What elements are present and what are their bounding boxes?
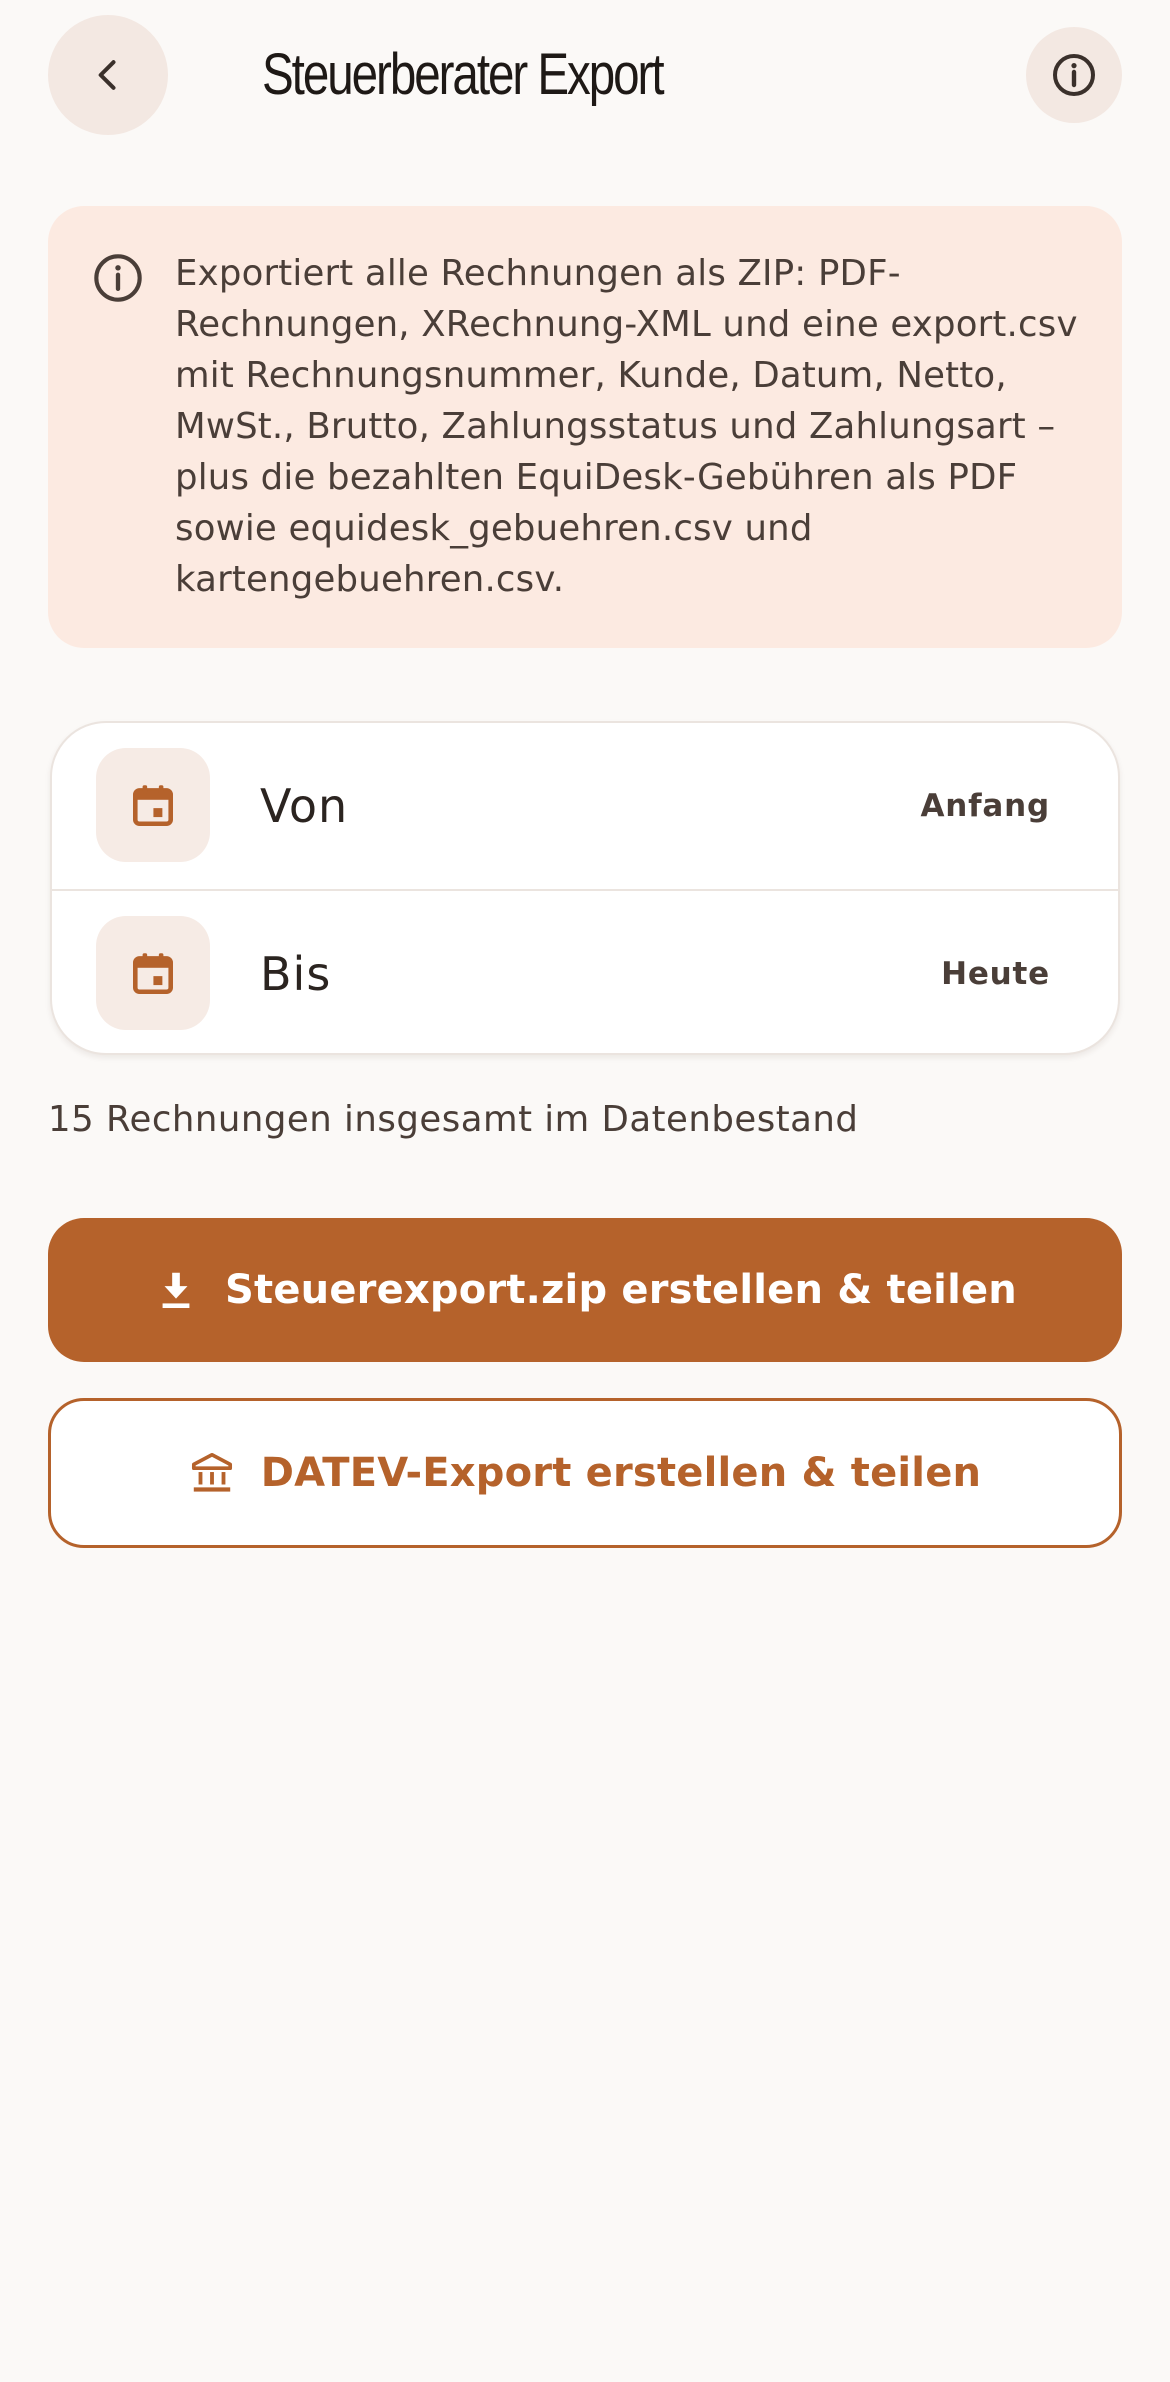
create-datev-export-button[interactable]: DATEV-Export erstellen & teilen <box>48 1398 1122 1548</box>
calendar-icon <box>133 953 173 995</box>
download-icon <box>162 1272 190 1309</box>
date-from-value: Anfang <box>920 788 1050 824</box>
date-from-icon-container <box>96 748 210 862</box>
date-from-row[interactable]: Von Anfang <box>52 723 1118 889</box>
info-card-text: Exportiert alle Rechnungen als ZIP: PDF-… <box>175 253 1078 600</box>
info-card: Exportiert alle Rechnungen als ZIP: PDF-… <box>48 206 1122 648</box>
info-icon <box>1053 54 1095 96</box>
date-to-icon-container <box>96 916 210 1030</box>
date-to-label: Bis <box>260 947 332 1001</box>
calendar-icon <box>133 785 173 827</box>
date-to-row[interactable]: Bis Heute <box>52 891 1118 1053</box>
back-button[interactable] <box>48 15 168 135</box>
date-range-card: Von Anfang Bis Heute <box>50 721 1120 1055</box>
create-zip-export-button[interactable]: Steuerexport.zip erstellen & teilen <box>48 1218 1122 1362</box>
info-icon <box>94 254 142 302</box>
info-button[interactable] <box>1026 27 1122 123</box>
create-zip-export-label: Steuerexport.zip erstellen & teilen <box>225 1267 1017 1313</box>
date-to-value: Heute <box>941 956 1050 992</box>
bank-icon <box>191 1452 232 1492</box>
page-title: Steuerberater Export <box>262 42 665 107</box>
create-datev-export-label: DATEV-Export erstellen & teilen <box>260 1450 982 1496</box>
chevron-left-icon <box>98 60 116 90</box>
date-from-label: Von <box>260 779 349 833</box>
app-bar: Steuerberater Export <box>0 0 1170 150</box>
invoice-count-text: 15 Rechnungen insgesamt im Datenbestand <box>48 1099 859 1140</box>
